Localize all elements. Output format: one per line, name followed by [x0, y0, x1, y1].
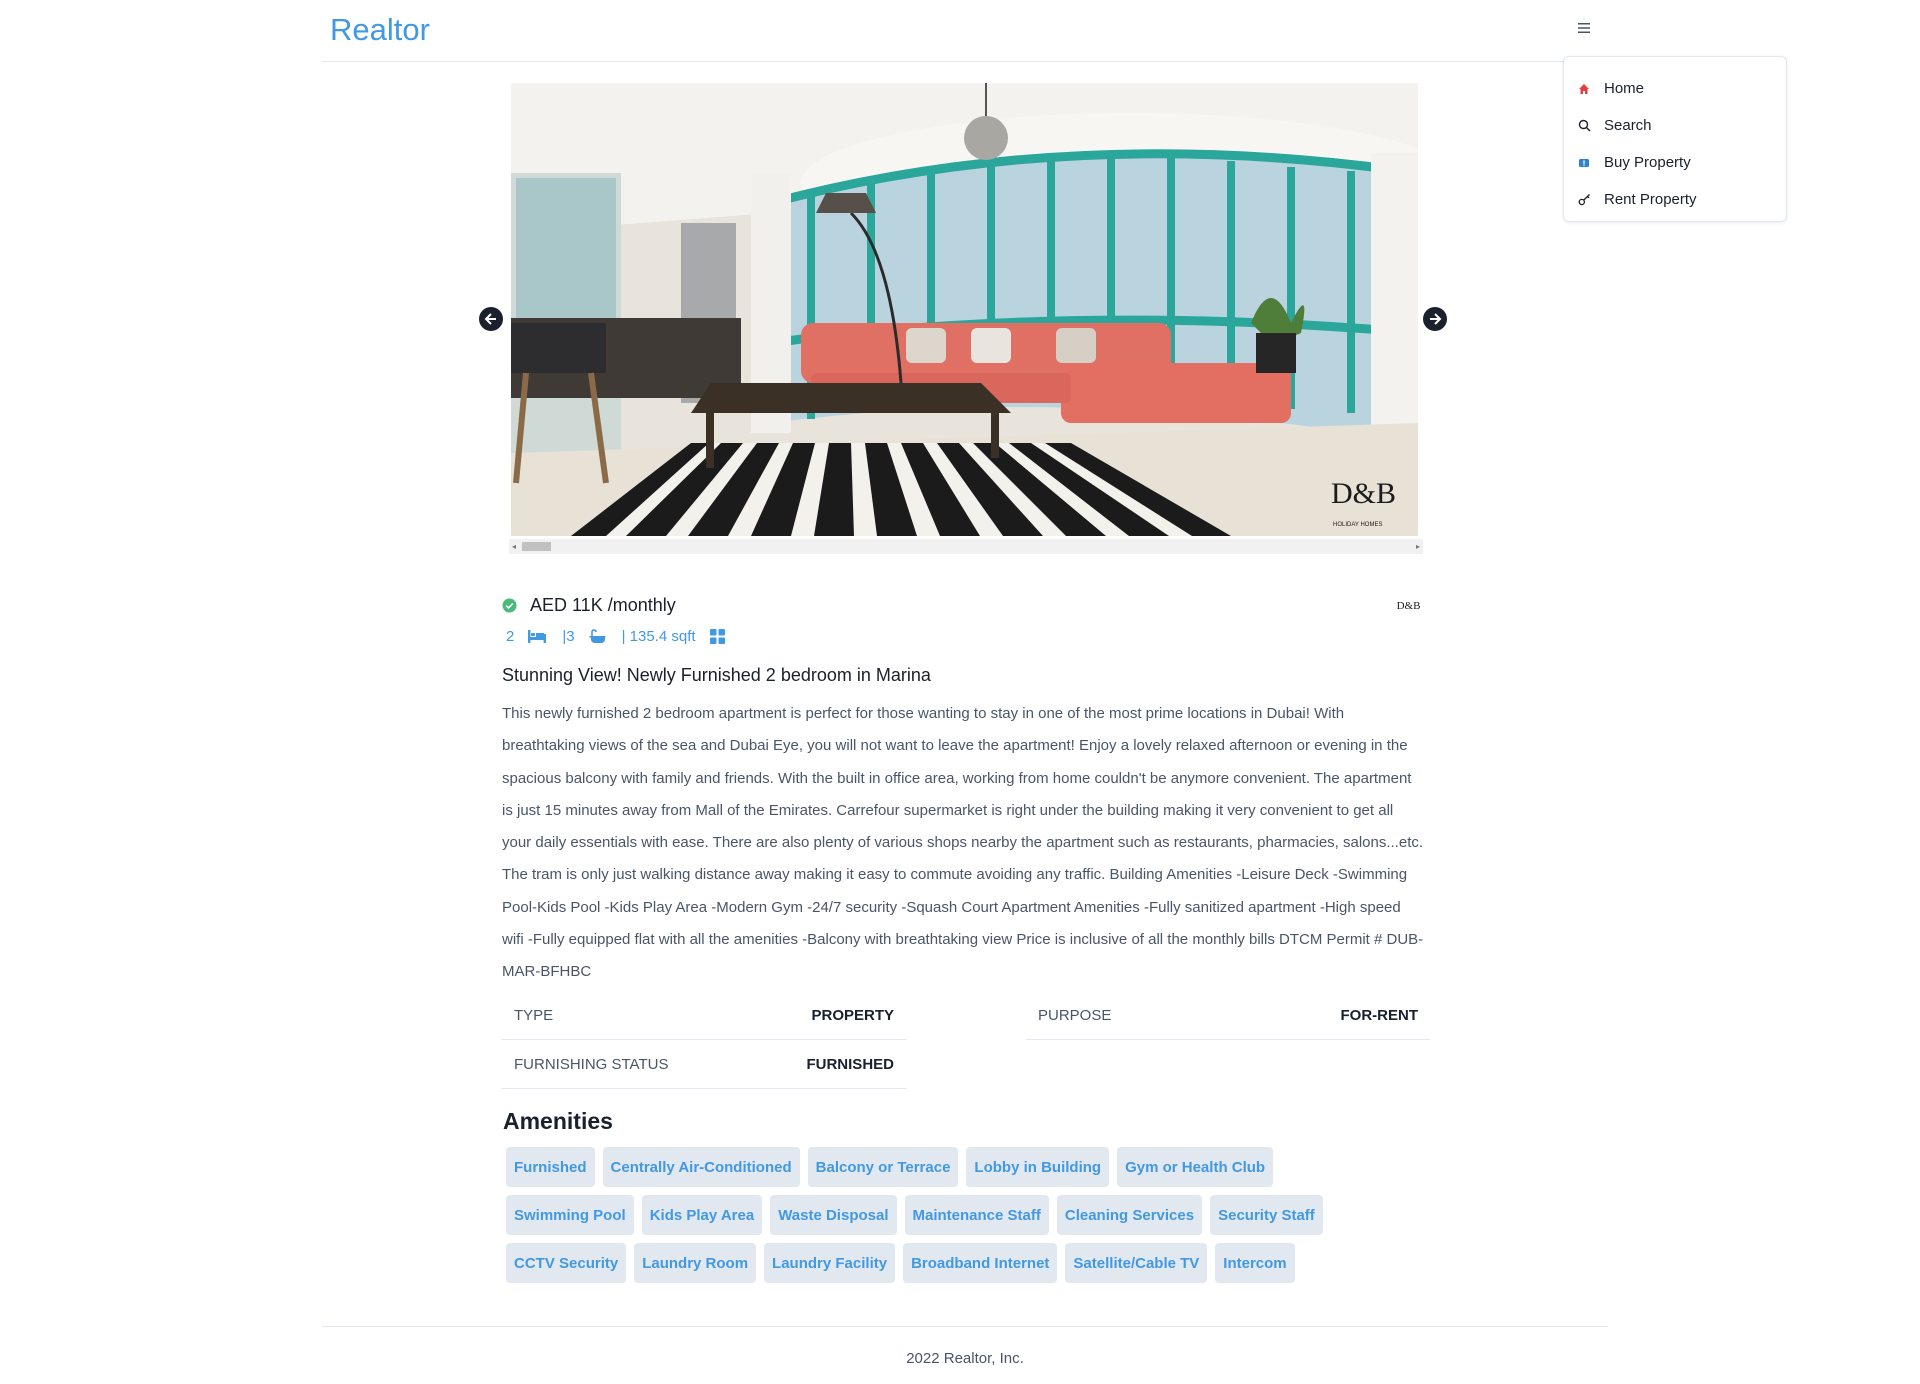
menu-item-label: Search: [1604, 117, 1652, 134]
attr-label: TYPE: [514, 1006, 554, 1024]
attr-label: PURPOSE: [1038, 1006, 1112, 1024]
attr-purpose: PURPOSE FOR-RENT: [1026, 991, 1430, 1040]
key-icon: [1577, 193, 1591, 207]
home-icon: [1577, 82, 1591, 96]
arrow-left-icon: [484, 313, 496, 325]
watermark-subtitle: HOLIDAY HOMES: [1333, 522, 1382, 528]
listing-meta: 2 |3 | 135.4 sqft: [502, 622, 1426, 650]
brand-logo[interactable]: Realtor: [330, 12, 430, 48]
hamburger-icon: [1578, 23, 1590, 33]
footer-copyright: 2022 Realtor, Inc.: [906, 1350, 1024, 1367]
amenities-list: Furnished Centrally Air-Conditioned Balc…: [506, 1147, 1426, 1291]
amenity-tag[interactable]: Furnished: [506, 1147, 595, 1187]
amenity-tag[interactable]: Security Staff: [1210, 1195, 1323, 1235]
amenity-tag[interactable]: Maintenance Staff: [904, 1195, 1049, 1235]
scrollbar-thumb[interactable]: [522, 542, 551, 551]
price-row: AED 11K /monthly: [502, 592, 1426, 618]
amenity-tag[interactable]: Balcony or Terrace: [807, 1147, 959, 1187]
amenity-tag[interactable]: Lobby in Building: [966, 1147, 1110, 1187]
carousel-prev-button[interactable]: [479, 307, 503, 331]
listing-price: AED 11K /monthly: [530, 594, 676, 615]
amenity-tag[interactable]: Kids Play Area: [641, 1195, 763, 1235]
amenity-tag[interactable]: Centrally Air-Conditioned: [602, 1147, 800, 1187]
attr-type: TYPE PROPERTY: [502, 991, 906, 1040]
watermark-title: D&B: [1331, 477, 1396, 510]
menu-item-label: Rent Property: [1604, 191, 1697, 208]
agency-avatar: D&B: [1395, 592, 1422, 619]
attr-label: FURNISHING STATUS: [514, 1055, 669, 1073]
bath-icon: [589, 628, 606, 644]
amenity-tag[interactable]: Laundry Facility: [764, 1243, 896, 1283]
check-circle-icon: [502, 597, 517, 613]
amenity-tag[interactable]: Cleaning Services: [1056, 1195, 1203, 1235]
listing-details: AED 11K /monthly D&B 2 |3 | 135.4 sqft S…: [502, 592, 1430, 1283]
amenity-tag[interactable]: CCTV Security: [506, 1243, 627, 1283]
footer: 2022 Realtor, Inc.: [322, 1326, 1608, 1384]
rooms-count: 2: [506, 627, 515, 645]
amenity-tag[interactable]: Gym or Health Club: [1117, 1147, 1274, 1187]
menu-item-rent-property[interactable]: Rent Property: [1564, 181, 1786, 218]
amenity-tag[interactable]: Laundry Room: [634, 1243, 757, 1283]
menu-button[interactable]: [1568, 16, 1600, 40]
menu-item-search[interactable]: Search: [1564, 107, 1786, 144]
grid-icon: [709, 628, 725, 644]
nav-dropdown-menu: Home Search Buy Property Rent Property: [1563, 56, 1787, 222]
area-size: | 135.4 sqft: [621, 627, 696, 645]
amenities-row: Swimming Pool Kids Play Area Waste Dispo…: [506, 1195, 1426, 1243]
listing-title: Stunning View! Newly Furnished 2 bedroom…: [502, 665, 931, 685]
amenities-heading: Amenities: [503, 1108, 613, 1134]
scroll-left-icon[interactable]: ◂: [512, 542, 516, 551]
amenity-tag[interactable]: Satellite/Cable TV: [1065, 1243, 1208, 1283]
search-icon: [1577, 119, 1591, 133]
image-carousel: D&B HOLIDAY HOMES ◂ ▸: [479, 83, 1448, 561]
carousel-next-button[interactable]: [1423, 307, 1447, 331]
bed-icon: [528, 629, 547, 643]
menu-item-label: Buy Property: [1604, 154, 1691, 171]
menu-item-home[interactable]: Home: [1564, 70, 1786, 107]
property-photo: D&B HOLIDAY HOMES: [511, 83, 1418, 536]
amenity-tag[interactable]: Broadband Internet: [903, 1243, 1058, 1283]
carousel-scrollbar[interactable]: ◂ ▸: [509, 539, 1423, 554]
amenity-tag[interactable]: Swimming Pool: [506, 1195, 634, 1235]
listing-description: This newly furnished 2 bedroom apartment…: [502, 705, 1424, 981]
menu-item-label: Home: [1604, 80, 1645, 97]
attr-value: PROPERTY: [811, 1006, 894, 1024]
attr-value: FOR-RENT: [1340, 1006, 1419, 1024]
navbar: Realtor: [322, 0, 1608, 62]
amenity-tag[interactable]: Waste Disposal: [770, 1195, 897, 1235]
attr-furnishing: FURNISHING STATUS FURNISHED: [502, 1040, 906, 1089]
attr-value: FURNISHED: [806, 1055, 894, 1073]
amenity-tag[interactable]: Intercom: [1215, 1243, 1295, 1283]
arrow-right-icon: [1430, 313, 1442, 325]
amenities-row: Furnished Centrally Air-Conditioned Balc…: [506, 1147, 1426, 1195]
amenities-row: CCTV Security Laundry Room Laundry Facil…: [506, 1243, 1426, 1291]
buy-property-icon: [1577, 156, 1591, 170]
menu-item-buy-property[interactable]: Buy Property: [1564, 144, 1786, 181]
baths-count: |3: [562, 627, 575, 645]
scroll-right-icon[interactable]: ▸: [1416, 542, 1420, 551]
